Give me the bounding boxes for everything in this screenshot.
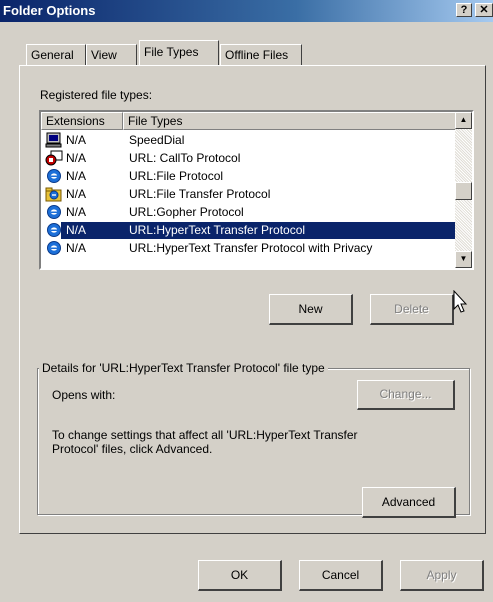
ftp-folder-icon: [45, 187, 62, 202]
mouse-cursor-icon: [453, 290, 468, 313]
file-types-list[interactable]: Extensions File Types N/A SpeedDial N/A …: [39, 110, 474, 270]
list-header: Extensions File Types: [41, 112, 456, 130]
ie-icon: [47, 169, 61, 183]
row-file-type: URL:File Protocol: [129, 169, 224, 183]
list-item[interactable]: N/A URL:File Protocol: [41, 167, 456, 185]
scroll-thumb[interactable]: [455, 182, 472, 200]
row-file-type: URL:File Transfer Protocol: [129, 187, 271, 201]
scroll-down-button[interactable]: ▼: [455, 251, 472, 268]
row-file-type: URL:HyperText Transfer Protocol with Pri…: [129, 241, 373, 255]
new-button[interactable]: New: [269, 294, 353, 325]
row-extension: N/A: [66, 133, 87, 147]
row-file-type: URL: CallTo Protocol: [129, 151, 241, 165]
list-item-selected[interactable]: N/A URL:HyperText Transfer Protocol: [41, 221, 456, 239]
list-vertical-scrollbar[interactable]: ▲ ▼: [455, 112, 472, 268]
opens-with-label: Opens with:: [52, 388, 116, 402]
registered-file-types-label: Registered file types:: [40, 88, 153, 102]
list-item[interactable]: N/A URL:HyperText Transfer Protocol with…: [41, 239, 456, 257]
row-extension: N/A: [66, 169, 87, 183]
advanced-button[interactable]: Advanced: [362, 487, 456, 518]
row-extension: N/A: [66, 151, 87, 165]
folder-options-dialog: Folder Options ? ✕ General View File Typ…: [0, 0, 493, 602]
list-item[interactable]: N/A URL: CallTo Protocol: [41, 149, 456, 167]
row-file-type: SpeedDial: [129, 133, 185, 147]
callto-icon: [45, 150, 63, 166]
ie-icon: [47, 205, 61, 219]
row-file-type: URL:Gopher Protocol: [129, 205, 244, 219]
row-extension: N/A: [66, 223, 87, 237]
change-button[interactable]: Change...: [357, 380, 455, 410]
row-extension: N/A: [66, 241, 87, 255]
row-extension: N/A: [66, 187, 87, 201]
list-item[interactable]: N/A URL:Gopher Protocol: [41, 203, 456, 221]
list-item[interactable]: N/A URL:File Transfer Protocol: [41, 185, 456, 203]
details-info-line-2: Protocol' files, click Advanced.: [52, 442, 213, 456]
monitor-icon: [45, 132, 62, 148]
row-file-type: URL:HyperText Transfer Protocol: [129, 223, 306, 237]
cancel-button[interactable]: Cancel: [299, 560, 383, 591]
column-extensions[interactable]: Extensions: [41, 112, 123, 130]
details-info-line-1: To change settings that affect all 'URL:…: [52, 428, 358, 442]
ie-icon: [47, 241, 61, 255]
details-group-title: Details for 'URL:HyperText Transfer Prot…: [39, 361, 328, 375]
ie-icon: [47, 223, 61, 237]
apply-button[interactable]: Apply: [400, 560, 484, 591]
list-item[interactable]: N/A SpeedDial: [41, 131, 456, 149]
column-file-types[interactable]: File Types: [123, 112, 456, 130]
delete-button[interactable]: Delete: [370, 294, 454, 325]
ok-button[interactable]: OK: [198, 560, 282, 591]
scroll-up-button[interactable]: ▲: [455, 112, 472, 129]
row-extension: N/A: [66, 205, 87, 219]
